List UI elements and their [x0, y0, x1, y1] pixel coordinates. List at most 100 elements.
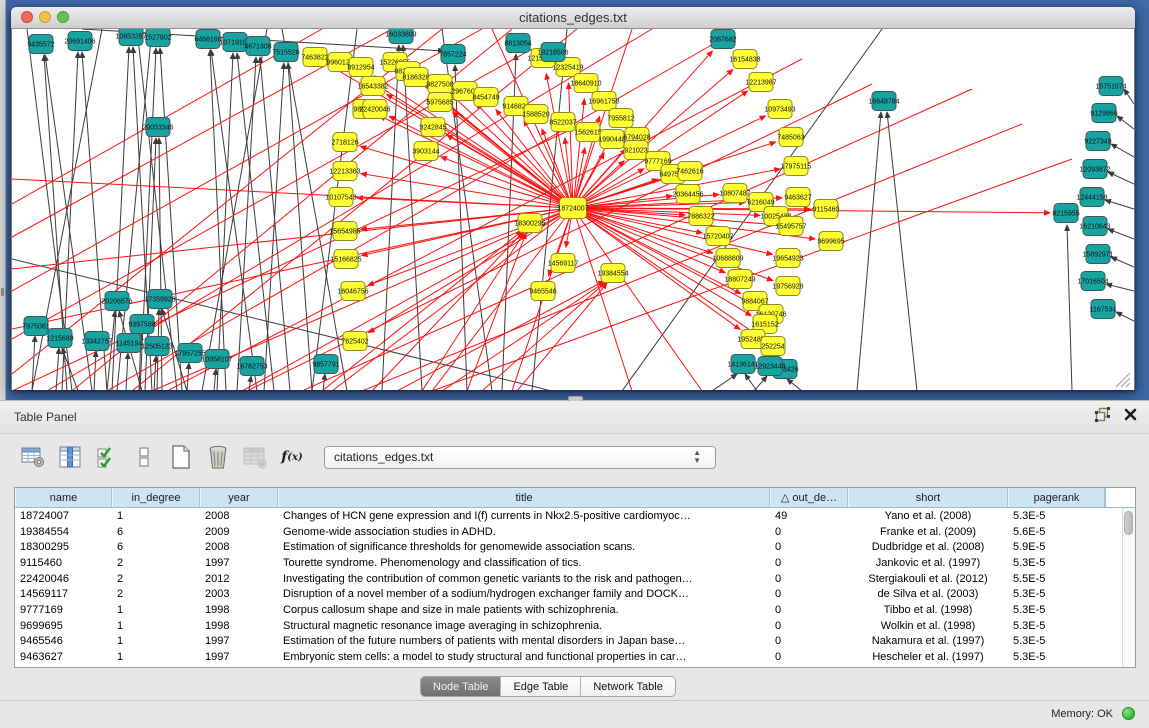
graph-node[interactable]: 7886322	[687, 207, 714, 226]
graph-node[interactable]: 1145194	[116, 334, 143, 353]
graph-node[interactable]: 252254	[761, 337, 785, 356]
graph-node[interactable]: 7515526	[272, 43, 299, 62]
table-vertical-scrollbar[interactable]	[1122, 508, 1135, 667]
minimize-window-icon[interactable]	[39, 11, 51, 23]
tab-network-table[interactable]: Network Table	[581, 677, 675, 696]
graph-node[interactable]: 12213363	[329, 162, 360, 181]
tab-node-table[interactable]: Node Table	[421, 677, 501, 696]
network-window[interactable]: citations_edges.txt 18724007123254191864…	[11, 7, 1135, 390]
graph-node[interactable]: 12213987	[745, 73, 776, 92]
graph-node[interactable]: 20053346	[142, 118, 173, 137]
graph-node[interactable]: 4671308	[244, 37, 271, 56]
graph-node[interactable]: 9465546	[529, 282, 556, 301]
graph-node[interactable]: 15892971	[1082, 245, 1113, 264]
graph-node[interactable]: 16046756	[337, 282, 368, 301]
graph-node[interactable]: 8912954	[347, 58, 374, 77]
tab-edge-table[interactable]: Edge Table	[501, 677, 581, 696]
window-resize-grip[interactable]	[1116, 373, 1130, 387]
column-header-year[interactable]: year	[200, 488, 278, 507]
graph-node[interactable]: 12505123	[141, 337, 172, 356]
graph-node[interactable]: 1588520	[522, 105, 549, 124]
graph-node[interactable]: 10958107	[201, 350, 232, 369]
graph-node[interactable]: 15720407	[702, 227, 733, 246]
select-all-columns-icon[interactable]	[94, 444, 120, 470]
graph-node[interactable]: 9857791	[312, 355, 339, 374]
table-row[interactable]: 1456911722003Disruption of a novel membe…	[15, 586, 1123, 602]
table-row[interactable]: 911546021997Tourette syndrome. Phenomeno…	[15, 555, 1123, 571]
graph-node[interactable]: 9435572	[27, 35, 54, 54]
network-window-titlebar[interactable]: citations_edges.txt	[11, 7, 1135, 29]
column-header-short[interactable]: short	[848, 488, 1008, 507]
graph-node[interactable]: 12923448	[754, 357, 785, 376]
zoom-window-icon[interactable]	[57, 11, 69, 23]
graph-node[interactable]: 17359928	[144, 290, 175, 309]
graph-node[interactable]: 7625402	[341, 332, 368, 351]
new-table-icon[interactable]	[168, 444, 194, 470]
graph-node[interactable]: 2087682	[709, 30, 736, 49]
graph-node[interactable]: 18724007	[557, 198, 588, 219]
graph-node[interactable]: 14569117	[548, 254, 579, 273]
graph-node[interactable]: 15654985	[329, 222, 360, 241]
graph-node[interactable]: 12093872	[1079, 160, 1110, 179]
graph-node[interactable]: 8522037	[549, 113, 576, 132]
graph-node[interactable]: 10973493	[764, 100, 795, 119]
graph-node[interactable]: 1167534	[1090, 300, 1117, 319]
column-header-out_de[interactable]: △ out_de…	[770, 488, 848, 507]
panel-drag-grip[interactable]	[1, 288, 4, 296]
graph-node[interactable]: 18640910	[570, 74, 601, 93]
graph-node[interactable]: 9699695	[817, 232, 844, 251]
table-row[interactable]: 1938455462009Genome-wide association stu…	[15, 524, 1123, 540]
graph-node[interactable]: 8215955	[1052, 204, 1079, 223]
table-row[interactable]: 1830029562008Estimation of significance …	[15, 539, 1123, 555]
graph-node[interactable]: 7975061	[22, 317, 49, 336]
graph-node[interactable]: 10807487	[719, 184, 750, 203]
table-row[interactable]: 977716911998Corpus callosum shape and si…	[15, 602, 1123, 618]
graph-node[interactable]: 7463822	[301, 48, 328, 67]
table-row[interactable]: 946554611997Estimation of the future num…	[15, 634, 1123, 650]
graph-node[interactable]: 16782753	[236, 357, 267, 376]
graph-node[interactable]: 9397588	[128, 315, 155, 334]
graph-node[interactable]: 9242845	[419, 118, 446, 137]
graph-node[interactable]: 17016504	[1077, 272, 1108, 291]
graph-node[interactable]: 15495757	[775, 217, 806, 236]
table-row[interactable]: 969969511998Structural magnetic resonanc…	[15, 618, 1123, 634]
graph-node[interactable]: 20691406	[64, 32, 95, 51]
graph-node[interactable]: 16033809	[385, 29, 416, 44]
table-row[interactable]: 2242004622012Investigating the contribut…	[15, 571, 1123, 587]
graph-node[interactable]: 7462616	[676, 162, 703, 181]
float-panel-icon[interactable]	[1095, 407, 1110, 427]
graph-node[interactable]: 7857224	[439, 45, 466, 64]
column-header-name[interactable]: name	[15, 488, 112, 507]
graph-node[interactable]: 3903144	[412, 142, 439, 161]
graph-node[interactable]: 12444158	[1076, 188, 1107, 207]
graph-node[interactable]: 7955812	[607, 109, 634, 128]
graph-node[interactable]: 9463627	[784, 188, 811, 207]
column-header-title[interactable]: title	[278, 488, 770, 507]
graph-node[interactable]: 15751074	[1095, 77, 1126, 96]
graph-node[interactable]: 10688809	[712, 249, 743, 268]
graph-node[interactable]: 18300295	[514, 214, 545, 233]
function-builder-icon[interactable]: f(x)	[279, 444, 305, 470]
row-height-icon[interactable]	[131, 444, 157, 470]
graph-node[interactable]: 19756928	[772, 277, 803, 296]
network-canvas[interactable]: 1872400712325419186409101696175879558128…	[12, 29, 1134, 390]
graph-node[interactable]: 2718126	[331, 133, 358, 152]
graph-node[interactable]: 17975115	[781, 157, 812, 176]
table-source-dropdown[interactable]: citations_edges.txt ▲▼	[324, 446, 716, 469]
close-panel-icon[interactable]	[1124, 408, 1137, 426]
graph-node[interactable]: 13342757	[81, 332, 112, 351]
graph-node[interactable]: 15166825	[330, 250, 361, 269]
graph-node[interactable]: 10107543	[325, 188, 356, 207]
graph-node[interactable]: 9115460	[813, 200, 840, 219]
graph-node[interactable]: 9827508	[426, 75, 453, 94]
graph-node[interactable]: 7485063	[777, 128, 804, 147]
graph-node[interactable]: 8813054	[504, 34, 531, 53]
graph-node[interactable]: 1527802	[144, 29, 171, 47]
collapsed-control-panel-strip[interactable]	[0, 0, 6, 400]
graph-node[interactable]: 10653287	[115, 29, 146, 46]
table-row[interactable]: 1872400712008Changes of HCN gene express…	[15, 508, 1123, 524]
graph-node[interactable]: 921023	[624, 141, 648, 160]
graph-node[interactable]: 16961758	[588, 92, 619, 111]
graph-node[interactable]: 6466160	[194, 30, 221, 49]
graph-node[interactable]: 9129966	[1090, 104, 1117, 123]
